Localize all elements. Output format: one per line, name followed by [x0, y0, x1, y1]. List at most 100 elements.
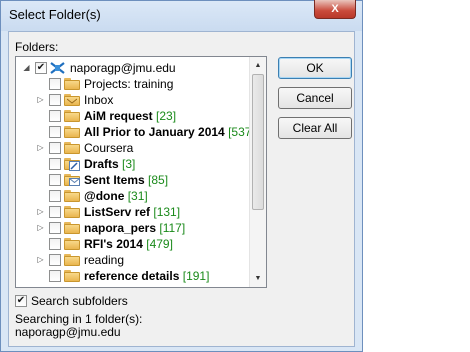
- dialog-client-area: Folders: ◢ ✔ naporagp@jmu.edu Projects: tra…: [8, 31, 355, 347]
- folder-name: Sent Items: [84, 173, 145, 187]
- folder-tree-item[interactable]: @done [31]: [16, 188, 252, 204]
- folder-label: reading: [84, 253, 124, 267]
- folder-checkbox[interactable]: [49, 94, 61, 106]
- folder-checkbox[interactable]: [49, 126, 61, 138]
- folder-name: RFI's 2014: [84, 237, 143, 251]
- folder-tree-item[interactable]: Projects: training: [16, 76, 252, 92]
- vertical-scrollbar[interactable]: ▲ ▼: [249, 57, 266, 287]
- unread-count: [85]: [148, 173, 169, 187]
- folder-checkbox[interactable]: [49, 142, 61, 154]
- folder-tree-item[interactable]: Sent Items [85]: [16, 172, 252, 188]
- folder-name: Drafts: [84, 157, 119, 171]
- folder-name: All Prior to January 2014: [84, 125, 225, 139]
- folder-name: naporagp@jmu.edu: [70, 61, 176, 75]
- folder-label: AiM request [23]: [84, 109, 176, 123]
- close-icon: X: [331, 3, 339, 15]
- folder-checkbox[interactable]: ✔: [35, 62, 47, 74]
- unread-count: [479]: [146, 237, 173, 251]
- folder-icon: [64, 126, 80, 138]
- search-scope-info: Searching in 1 folder(s): naporagp@jmu.e…: [15, 313, 142, 339]
- folder-tree-item[interactable]: ▷ Coursera: [16, 140, 252, 156]
- folder-checkbox[interactable]: [49, 78, 61, 90]
- folders-label: Folders:: [15, 40, 59, 54]
- select-folders-dialog: Select Folder(s) X Folders: ◢ ✔ naporagp@j…: [0, 0, 363, 352]
- scroll-down-arrow-icon[interactable]: ▼: [250, 271, 266, 286]
- folder-checkbox[interactable]: [49, 254, 61, 266]
- folder-checkbox[interactable]: [49, 190, 61, 202]
- folder-name: AiM request: [84, 109, 153, 123]
- folder-label: @done [31]: [84, 189, 148, 203]
- unread-count: [3]: [122, 157, 136, 171]
- folder-tree-item[interactable]: reference details [191]: [16, 268, 252, 284]
- folder-label: napora_pers [117]: [84, 221, 185, 235]
- folder-icon: [64, 270, 80, 282]
- folder-checkbox[interactable]: [49, 238, 61, 250]
- mailbox-icon: [50, 61, 65, 75]
- unread-count: [23]: [156, 109, 177, 123]
- expand-arrow-icon[interactable]: ▷: [36, 95, 45, 104]
- unread-count: [191]: [182, 269, 210, 283]
- folder-name: Inbox: [84, 93, 114, 107]
- cancel-button[interactable]: Cancel: [278, 87, 352, 109]
- folder-name: reading: [84, 253, 125, 267]
- folder-label: Inbox: [84, 93, 113, 107]
- folder-tree-item[interactable]: ▷ Inbox: [16, 92, 252, 108]
- folder-icon: [64, 206, 80, 218]
- folder-checkbox[interactable]: [49, 206, 61, 218]
- expand-arrow-icon[interactable]: ▷: [36, 255, 45, 264]
- unread-count: [131]: [153, 205, 181, 219]
- scroll-up-arrow-icon[interactable]: ▲: [250, 58, 266, 73]
- folder-label: Projects: training: [84, 77, 173, 91]
- expand-arrow-icon[interactable]: ▷: [36, 143, 45, 152]
- folder-checkbox[interactable]: [49, 270, 61, 282]
- folder-label: Sent Items [85]: [84, 173, 168, 187]
- folder-checkbox[interactable]: [49, 110, 61, 122]
- collapse-arrow-icon[interactable]: ◢: [22, 63, 31, 72]
- folder-tree-item[interactable]: ▷ ListServ ref [131]: [16, 204, 252, 220]
- search-subfolders-option[interactable]: ✔ Search subfolders: [15, 294, 128, 308]
- folder-tree-item[interactable]: ▷ reading: [16, 252, 252, 268]
- folder-checkbox[interactable]: [49, 158, 61, 170]
- searching-folder-value: naporagp@jmu.edu: [15, 325, 121, 339]
- clear-all-button[interactable]: Clear All: [278, 117, 352, 139]
- folder-tree-item[interactable]: AiM request [23]: [16, 108, 252, 124]
- folder-icon: [64, 222, 80, 234]
- folder-tree-item[interactable]: ◢ ✔ naporagp@jmu.edu: [16, 60, 252, 76]
- search-subfolders-label: Search subfolders: [31, 294, 128, 308]
- folder-name: napora_pers: [84, 221, 157, 235]
- folder-icon: [64, 190, 80, 202]
- folder-checkbox[interactable]: [49, 174, 61, 186]
- folder-name: @done: [84, 189, 125, 203]
- ok-button[interactable]: OK: [278, 57, 352, 79]
- folder-label: naporagp@jmu.edu: [70, 61, 176, 75]
- dialog-title: Select Folder(s): [9, 7, 101, 22]
- folder-label: All Prior to January 2014 [537: [84, 125, 251, 139]
- inbox-icon: [64, 94, 80, 106]
- folder-label: RFI's 2014 [479]: [84, 237, 173, 251]
- folder-icon: [64, 238, 80, 250]
- folder-label: Coursera: [84, 141, 133, 155]
- folder-icon: [64, 78, 80, 90]
- scrollbar-thumb[interactable]: [252, 74, 264, 210]
- drafts-icon: [64, 158, 80, 171]
- folder-tree-item[interactable]: RFI's 2014 [479]: [16, 236, 252, 252]
- folder-icon: [64, 142, 80, 154]
- title-bar[interactable]: Select Folder(s) X: [1, 0, 362, 31]
- close-button[interactable]: X: [314, 0, 356, 19]
- folder-name: Coursera: [84, 141, 134, 155]
- expand-arrow-icon[interactable]: ▷: [36, 223, 45, 232]
- folder-label: Drafts [3]: [84, 157, 135, 171]
- search-subfolders-checkbox[interactable]: ✔: [15, 295, 27, 307]
- folder-icon: [64, 110, 80, 122]
- unread-count: [117]: [159, 221, 186, 235]
- expand-arrow-icon[interactable]: ▷: [36, 207, 45, 216]
- unread-count: [31]: [127, 189, 148, 203]
- unread-count: [537: [228, 125, 252, 139]
- folder-name: reference details: [84, 269, 180, 283]
- folder-icon: [64, 254, 80, 266]
- folder-tree-item[interactable]: Drafts [3]: [16, 156, 252, 172]
- folder-tree-item[interactable]: All Prior to January 2014 [537: [16, 124, 252, 140]
- folder-tree-item[interactable]: ▷ napora_pers [117]: [16, 220, 252, 236]
- folder-checkbox[interactable]: [49, 222, 61, 234]
- folder-label: reference details [191]: [84, 269, 209, 283]
